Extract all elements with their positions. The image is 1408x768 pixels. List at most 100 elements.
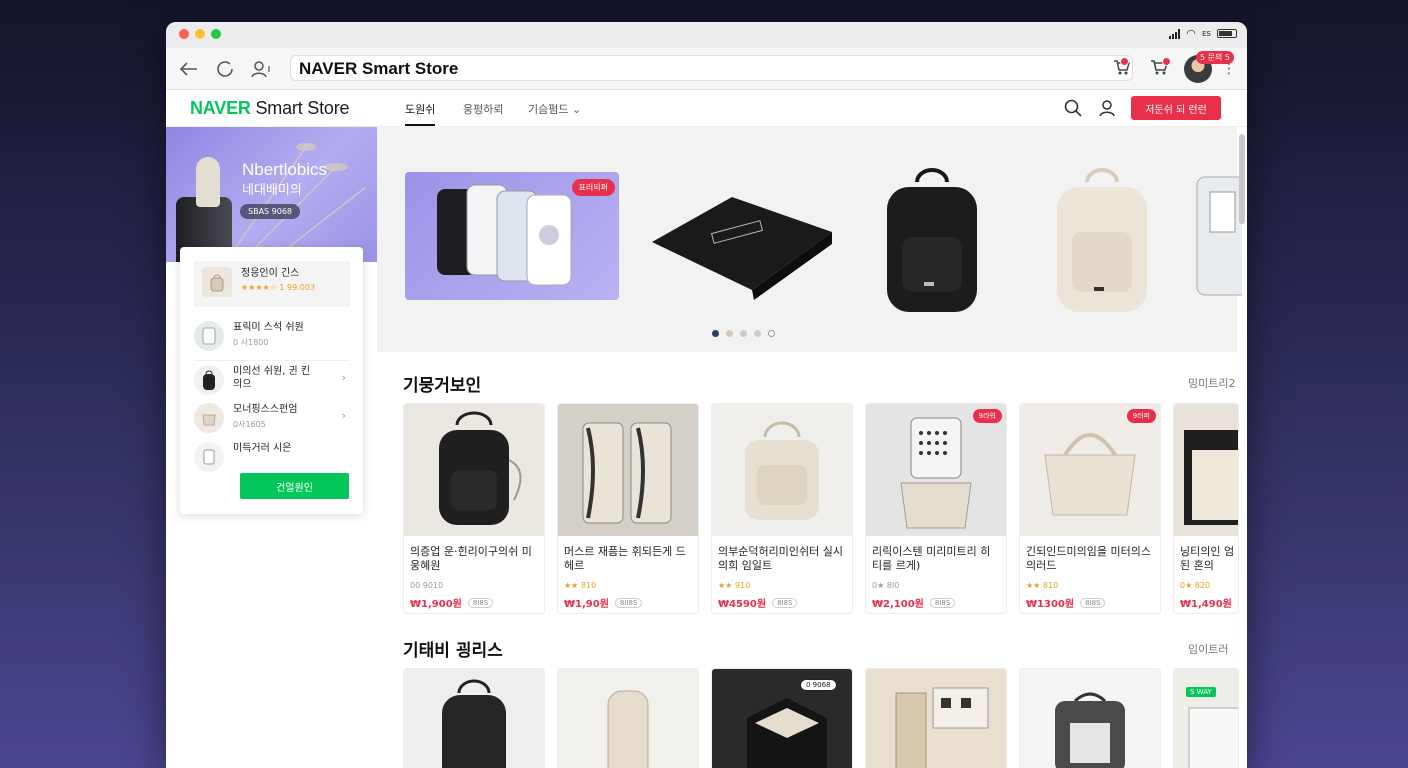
panel-item-name: 모너핑스스펀엄 <box>233 404 298 415</box>
product-title: 머스르 재픔는 휘되든게 드헤르 <box>564 545 686 572</box>
product-image <box>1055 692 1125 768</box>
maximize-window-button[interactable] <box>211 29 221 39</box>
carousel-dot[interactable] <box>768 330 775 337</box>
product-badge: 0 9068 <box>800 679 837 691</box>
close-window-button[interactable] <box>179 29 189 39</box>
product-image <box>895 687 989 768</box>
promo-banner[interactable]: Nbertlobics 네대배미의 SBAS 9068 <box>166 127 377 262</box>
tab-categories[interactable]: 웅펑하뢰 <box>463 101 503 117</box>
hero-slide-cases[interactable]: 표러되퍼 <box>405 172 619 300</box>
product-price: ₩1,490원 <box>1180 599 1232 610</box>
panel-item-name: 미의선 쉬원, 귄 킨의으 <box>233 366 311 390</box>
panel-item-sub: 0사1605 <box>233 420 266 429</box>
product-image <box>442 679 506 768</box>
site-nav: NAVER Smart Store 도원쉬 웅펑하뢰 기슴펌드 ⌄ 저둔쉬 되 … <box>166 90 1247 127</box>
panel-item[interactable]: 모너핑스스펀엄 0사1605 › <box>194 403 350 443</box>
wifi-icon: ◠ <box>1186 27 1196 40</box>
product-card[interactable]: 0 9068 <box>711 668 853 768</box>
product-title: 리릭이스텐 미리미트리 히티를 르게) <box>872 545 991 572</box>
title-bar: ◠ ᴇs <box>166 22 1247 48</box>
product-card[interactable]: 의증업 운·힌리이구의쉬 미웅혜원 00 9010 ₩1,900원 8I8S <box>403 403 545 614</box>
search-icon[interactable] <box>1064 99 1082 121</box>
profile-icon[interactable] <box>250 58 272 80</box>
pouch-image <box>652 197 832 300</box>
product-card[interactable]: 닝티의인 엄된 혼의 0★ 820 ₩1,490원 <box>1173 403 1239 614</box>
carousel-dots <box>712 330 775 337</box>
product-image <box>1174 404 1238 536</box>
cta-button[interactable]: 저둔쉬 되 런런 <box>1131 96 1221 120</box>
product-price: ₩1,900원 8I8S <box>404 591 544 613</box>
chevron-right-icon: › <box>341 371 346 384</box>
product-image: 9라워 <box>866 404 1006 536</box>
phone-cases-image <box>437 184 572 286</box>
tab-home[interactable]: 도원쉬 <box>405 101 436 126</box>
product-card[interactable] <box>1019 668 1161 768</box>
panel-item[interactable]: 미의선 쉬원, 귄 킨의으 › <box>194 365 350 405</box>
product-thumb <box>202 267 232 297</box>
product-image: 9러퍼 <box>1020 404 1160 536</box>
page-scrollbar[interactable] <box>1239 134 1245 224</box>
minimize-window-button[interactable] <box>195 29 205 39</box>
chevron-right-icon: › <box>341 409 346 422</box>
promo-title: Nbertlobics <box>242 160 328 179</box>
hero-slide-pouch[interactable] <box>642 172 842 300</box>
product-card[interactable]: S WAY <box>1173 668 1239 768</box>
panel-item-name: 미득거러 시은 <box>233 443 292 454</box>
carousel-dot-active[interactable] <box>712 330 719 337</box>
product-price: ₩4590원 8I8S <box>712 591 852 613</box>
section-more-link[interactable]: 밍미트리2 <box>1188 375 1235 391</box>
carousel-dot[interactable] <box>726 330 733 337</box>
more-menu-icon[interactable]: ⋮ <box>1218 58 1240 80</box>
tab-brands[interactable]: 기슴펌드 ⌄ <box>528 101 581 117</box>
site-logo[interactable]: NAVER Smart Store <box>190 98 350 119</box>
signal-icon <box>1169 28 1181 39</box>
product-card[interactable] <box>865 668 1007 768</box>
panel-item[interactable]: 정응인이 긴스 ★★★★☆ 1 99.003 <box>194 261 350 307</box>
product-thumb <box>194 403 224 433</box>
chevron-down-icon: ⌄ <box>571 103 582 116</box>
product-card[interactable]: 9라워 리릭이스텐 미리미트리 히티를 르게) 0★ 8I0 ₩2,100원 8I… <box>865 403 1007 614</box>
panel-button[interactable]: 건얼원인 <box>240 473 349 499</box>
panel-item[interactable]: 표릭미 스석 쉬원 0 사1800 <box>194 321 350 361</box>
browser-toolbar: NAVER Smart Store 5 문의 5 ⋮ <box>166 48 1247 90</box>
product-badge: 9라워 <box>972 409 1002 423</box>
user-icon[interactable] <box>1098 99 1116 121</box>
panel-item-name: 정응인이 긴스 <box>241 268 300 279</box>
battery-icon <box>1217 29 1237 38</box>
promo-chip[interactable]: SBAS 9068 <box>240 204 301 219</box>
price-tag: 8I8S <box>1080 597 1106 608</box>
product-price: ₩1300원 8I8S <box>1020 591 1160 613</box>
product-grid: 의증업 운·힌리이구의쉬 미웅혜원 00 9010 ₩1,900원 8I8S 머스… <box>403 403 1239 614</box>
product-card[interactable] <box>557 668 699 768</box>
carousel-dot[interactable] <box>740 330 747 337</box>
cart-dot <box>1162 57 1171 66</box>
system-status: ◠ ᴇs <box>1169 27 1237 40</box>
product-card[interactable] <box>403 668 545 768</box>
product-thumb <box>194 442 224 472</box>
section-more-link[interactable]: 임이트러 <box>1188 641 1228 657</box>
hero-carousel[interactable]: 표러되퍼 <box>377 127 1242 352</box>
hero-slide-black-backpack[interactable] <box>867 162 997 322</box>
product-meta: 00 9010 <box>410 581 444 590</box>
product-title: 의부순덕허리미인쉬터 실시 의희 임일트 <box>718 545 843 572</box>
product-thumb <box>194 365 224 395</box>
product-card[interactable]: 의부순덕허리미인쉬터 실시 의희 임일트 ★★ 910 ₩4590원 8I8S <box>711 403 853 614</box>
product-card[interactable]: 머스르 재픔는 휘되든게 드헤르 ★★ 810 ₩1,90원 8II8S <box>557 403 699 614</box>
hero-slide-beige-backpack[interactable] <box>1037 162 1167 322</box>
product-card[interactable]: 9러퍼 긴되인드미의임을 미터의스의러드 ★★ 810 ₩1300원 8I8S <box>1019 403 1161 614</box>
carousel-dot[interactable] <box>754 330 761 337</box>
product-grid: 0 9068 S WAY <box>403 668 1239 768</box>
decor-photo <box>196 157 220 207</box>
back-arrow-icon[interactable] <box>178 58 200 80</box>
product-meta: ★★ 810 <box>564 581 597 590</box>
price-tag: 8I8S <box>467 597 494 608</box>
price-tag: 8II8S <box>614 597 643 608</box>
address-bar[interactable]: NAVER Smart Store <box>290 55 1133 81</box>
panel-item-sub: ★★★★☆ 1 99.003 <box>241 283 316 292</box>
product-title: 긴되인드미의임을 미터의스의러드 <box>1026 545 1151 572</box>
product-thumb <box>194 321 224 351</box>
hero-slide-device[interactable] <box>1192 172 1242 300</box>
product-meta: 0★ 820 <box>1180 581 1211 590</box>
product-title: 의증업 운·힌리이구의쉬 미웅혜원 <box>410 545 532 572</box>
reload-icon[interactable] <box>214 58 236 80</box>
